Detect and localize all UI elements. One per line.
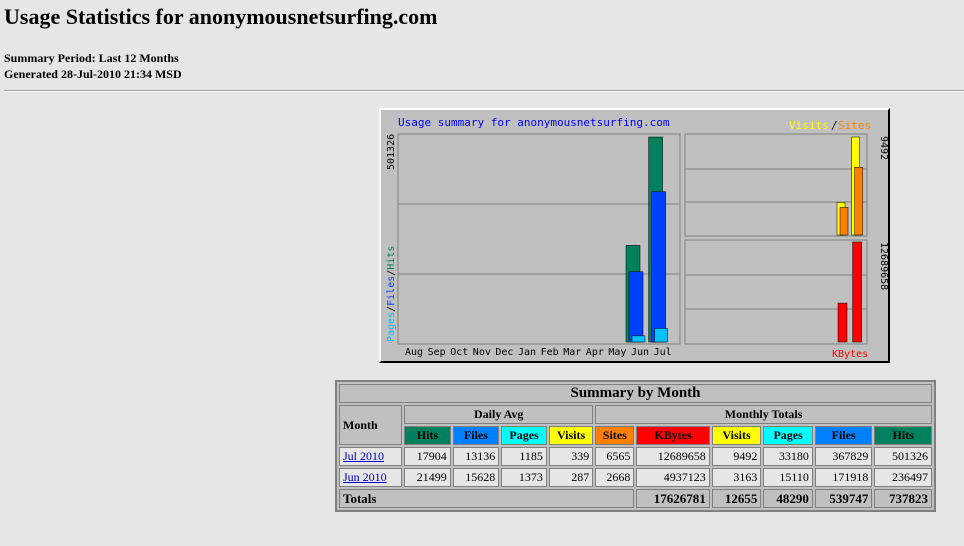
cell-visits: 3163	[711, 468, 762, 487]
cell-daily-visits: 287	[548, 468, 594, 487]
cell-pages: 33180	[763, 447, 813, 466]
generated-date: Generated 28-Jul-2010 21:34 MSD	[4, 67, 182, 81]
usage-graph-svg: Usage summary for anonymousnetsurfing.co…	[386, 116, 888, 360]
col-files: Files	[814, 426, 873, 445]
bar-files	[628, 271, 644, 343]
month-tick-label: Aug	[405, 347, 423, 358]
col-hits: Hits	[874, 426, 932, 445]
month-tick-label: Dec	[495, 347, 513, 358]
cell-daily-files: 13136	[452, 447, 500, 466]
summary-table-wrap: Summary by Month Month Daily Avg Monthly…	[335, 380, 936, 540]
y-max-hits: 501326	[386, 134, 397, 170]
col-pages: Pages	[763, 426, 813, 445]
y-label-pages: Pages	[386, 312, 397, 342]
col-daily-files: Files	[452, 426, 500, 445]
total-hits: 737823	[874, 489, 932, 508]
month-tick-label: Sep	[428, 347, 446, 358]
cell-daily-hits: 21499	[404, 468, 451, 487]
totals-label: Totals	[339, 489, 635, 508]
col-daily-pages: Pages	[501, 426, 547, 445]
divider	[4, 90, 964, 92]
col-visits: Visits	[711, 426, 762, 445]
cell-daily-pages: 1185	[501, 447, 547, 466]
month-tick-label: Jul	[654, 347, 672, 358]
table-row: Jun 2010 21499 15628 1373 287 2668 49371…	[339, 468, 932, 487]
cell-files: 367829	[814, 447, 873, 466]
page-title: Usage Statistics for anonymousnetsurfing…	[4, 4, 438, 29]
kbytes-label: KBytes	[832, 349, 868, 360]
month-link-jun-2010[interactable]: Jun 2010	[343, 470, 387, 484]
cell-visits: 9492	[711, 447, 762, 466]
col-sites: Sites	[595, 426, 635, 445]
bar-sites	[854, 166, 863, 236]
legend-visits: Visits	[789, 119, 829, 132]
table-title: Summary by Month	[339, 384, 932, 403]
y-axis-label: Pages/Files/Hits	[386, 246, 397, 342]
total-visits: 12655	[711, 489, 762, 508]
cell-kbytes: 4937123	[636, 468, 710, 487]
month-tick-label: Feb	[541, 347, 559, 358]
cell-daily-files: 15628	[452, 468, 500, 487]
cell-hits: 501326	[874, 447, 932, 466]
total-pages: 48290	[763, 489, 813, 508]
totals-row: Totals 17626781 12655 48290 539747 73782…	[339, 489, 932, 508]
month-cell: Jun 2010	[339, 468, 403, 487]
cell-daily-hits: 17904	[404, 447, 451, 466]
month-link-jul-2010[interactable]: Jul 2010	[343, 449, 384, 463]
usage-graph: Usage summary for anonymousnetsurfing.co…	[379, 108, 890, 363]
cell-hits: 236497	[874, 468, 932, 487]
month-tick-label: Jun	[631, 347, 649, 358]
cell-files: 171918	[814, 468, 873, 487]
month-tick-label: Nov	[473, 347, 491, 358]
month-tick-label: Jan	[518, 347, 536, 358]
cell-kbytes: 12689658	[636, 447, 710, 466]
bar-kbytes	[852, 241, 862, 343]
month-cell: Jul 2010	[339, 447, 403, 466]
report-meta: Summary Period: Last 12 Months Generated…	[4, 50, 182, 82]
total-kbytes: 17626781	[636, 489, 710, 508]
summary-by-month-table: Summary by Month Month Daily Avg Monthly…	[335, 380, 936, 512]
cell-daily-visits: 339	[548, 447, 594, 466]
bar-sites	[839, 207, 849, 236]
month-tick-label: Apr	[586, 347, 604, 358]
summary-period: Summary Period: Last 12 Months	[4, 51, 179, 65]
total-files: 539747	[814, 489, 873, 508]
table-row: Jul 2010 17904 13136 1185 339 6565 12689…	[339, 447, 932, 466]
bar-files	[651, 191, 666, 343]
col-daily-hits: Hits	[404, 426, 451, 445]
cell-daily-pages: 1373	[501, 468, 547, 487]
bar-pages	[654, 328, 668, 343]
col-kbytes: KBytes	[636, 426, 710, 445]
y-max-kbytes: 12689658	[878, 242, 888, 290]
bar-kbytes	[837, 302, 848, 343]
cell-sites: 2668	[595, 468, 635, 487]
legend-sites: Sites	[838, 119, 871, 132]
daily-avg-header: Daily Avg	[404, 405, 594, 424]
month-tick-label: May	[608, 347, 626, 358]
legend-separator: /	[831, 119, 838, 132]
cell-pages: 15110	[763, 468, 813, 487]
cell-sites: 6565	[595, 447, 635, 466]
monthly-totals-header: Monthly Totals	[595, 405, 932, 424]
graph-title: Usage summary for anonymousnetsurfing.co…	[398, 116, 670, 129]
month-header: Month	[339, 405, 403, 445]
y-max-visits: 9492	[878, 136, 888, 160]
bar-pages	[631, 335, 646, 343]
month-tick-label: Oct	[450, 347, 468, 358]
month-tick-label: Mar	[563, 347, 581, 358]
y-label-files: Files	[386, 276, 397, 306]
col-daily-visits: Visits	[548, 426, 594, 445]
y-label-hits: Hits	[386, 246, 397, 270]
